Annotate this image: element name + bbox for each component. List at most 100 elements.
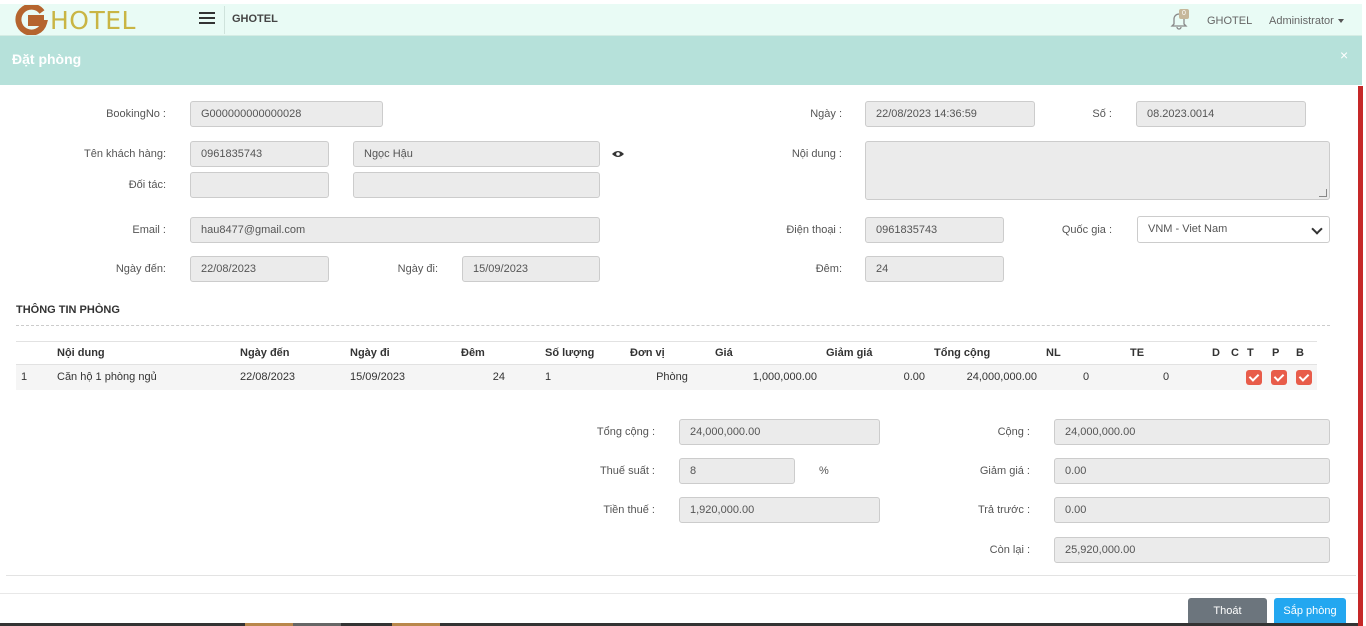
brand-name: GHOTEL [232,13,278,25]
col-d[interactable]: D [1212,347,1220,359]
phone-label: Điện thoại : [786,224,842,236]
tax-rate-label: Thuế suất : [599,465,655,477]
hotel-link[interactable]: GHOTEL [1207,15,1252,27]
tax-field[interactable]: 1,920,000.00 [679,497,880,523]
modal-header: Đặt phòng × [0,36,1362,85]
col-nights[interactable]: Đêm [461,347,485,359]
arrival-label: Ngày đến: [115,263,166,275]
section-divider [16,325,1330,326]
country-label: Quốc gia : [1061,224,1112,236]
modal-title: Đặt phòng [12,51,82,67]
check-t-icon[interactable] [1246,370,1262,385]
booking-no-field[interactable]: G000000000000028 [190,101,383,127]
sum-field[interactable]: 24,000,000.00 [1054,419,1330,445]
col-adults[interactable]: NL [1046,347,1061,359]
customer-name-field[interactable]: Ngọc Hậu [353,141,600,167]
sum-label: Cộng : [997,426,1030,438]
row-arrival: 22/08/2023 [240,371,296,383]
partner-code-field[interactable] [190,172,329,198]
customer-label: Tên khách hàng: [84,148,166,160]
top-navbar: HOTEL GHOTEL 0 GHOTEL Administrator [0,4,1362,36]
col-b[interactable]: B [1296,347,1304,359]
row-content: Căn hộ 1 phòng ngủ [57,371,157,383]
prepaid-field[interactable]: 0.00 [1054,497,1330,523]
col-content[interactable]: Nội dung [57,347,105,359]
row-total: 24,000,000.00 [966,371,1037,383]
footer-divider [0,593,1358,594]
col-total[interactable]: Tổng cộng [934,347,990,359]
check-p-icon[interactable] [1271,370,1287,385]
date-field[interactable]: 22/08/2023 14:36:59 [865,101,1035,127]
partner-label: Đối tác: [128,179,166,191]
close-icon[interactable]: × [1340,47,1348,63]
col-price[interactable]: Giá [715,347,733,359]
eye-icon[interactable] [612,150,624,158]
col-arrival[interactable]: Ngày đến [240,347,290,359]
date-label: Ngày : [810,108,842,120]
prepaid-label: Trả trước : [977,504,1030,516]
tax-rate-field[interactable]: 8 [679,458,795,484]
exit-button[interactable]: Thoát [1188,598,1267,626]
notification-badge: 0 [1179,9,1189,19]
email-field[interactable]: hau8477@gmail.com [190,217,600,243]
row-departure: 15/09/2023 [350,371,406,383]
tax-label: Tiền thuế : [603,504,655,516]
divider [224,6,225,34]
row-unit: Phòng [656,371,688,383]
row-price: 1,000,000.00 [752,371,817,383]
arrival-field[interactable]: 22/08/2023 [190,256,329,282]
logo-text: HOTEL [50,5,136,35]
country-select[interactable]: VNM - Viet Nam [1137,216,1330,243]
rooms-table-header: Nội dung Ngày đến Ngày đi Đêm Số lượng Đ… [16,341,1317,365]
col-quantity[interactable]: Số lượng [545,347,594,359]
row-adults: 0 [1082,371,1090,383]
rooms-section-title: THÔNG TIN PHÒNG [16,304,120,316]
remaining-field[interactable]: 25,920,000.00 [1054,537,1330,563]
phone-field[interactable]: 0961835743 [865,217,1004,243]
chevron-down-icon [1311,223,1323,235]
col-c[interactable]: C [1231,347,1239,359]
col-p[interactable]: P [1272,347,1279,359]
menu-toggle-icon[interactable] [199,12,215,26]
book-room-button[interactable]: Sắp phòng [1274,598,1346,626]
remaining-label: Còn lại : [989,544,1030,556]
col-discount[interactable]: Giảm giá [826,347,872,359]
percent-sign: % [819,465,829,477]
booking-no-label: BookingNo : [106,108,166,120]
caret-down-icon [1337,19,1344,24]
row-index: 1 [21,371,28,383]
partner-name-field[interactable] [353,172,600,198]
departure-field[interactable]: 15/09/2023 [462,256,600,282]
col-t[interactable]: T [1247,347,1254,359]
content-label: Nội dung : [791,148,842,160]
user-menu[interactable]: Administrator [1269,15,1344,27]
col-unit[interactable]: Đơn vị [630,347,665,359]
discount-label: Giảm giá : [979,465,1030,477]
discount-field[interactable]: 0.00 [1054,458,1330,484]
col-departure[interactable]: Ngày đi [350,347,390,359]
number-label: Số : [1092,108,1112,120]
content-textarea[interactable] [865,141,1330,200]
row-nights: 24 [492,371,505,383]
number-field[interactable]: 08.2023.0014 [1136,101,1306,127]
nights-label: Đêm: [815,263,842,275]
row-discount: 0.00 [903,371,925,383]
scrollbar-track-lower [1358,578,1363,626]
resize-handle-icon[interactable] [1319,189,1327,197]
logo-g-icon [15,5,48,35]
check-b-icon[interactable] [1296,370,1312,385]
user-name: Administrator [1269,15,1334,27]
row-children: 0 [1162,371,1170,383]
row-quantity: 1 [545,371,552,383]
table-row[interactable]: 1 Căn hộ 1 phòng ngủ 22/08/2023 15/09/20… [16,365,1317,390]
departure-label: Ngày đi: [397,263,438,275]
logo[interactable]: HOTEL [14,4,136,36]
divider [6,575,1356,576]
country-selected-value: VNM - Viet Nam [1148,223,1228,235]
col-children[interactable]: TE [1130,347,1144,359]
customer-phone-field[interactable]: 0961835743 [190,141,329,167]
nights-field[interactable]: 24 [865,256,1004,282]
scrollbar-track[interactable] [1358,86,1363,578]
total-label: Tổng cộng : [596,426,655,438]
total-field[interactable]: 24,000,000.00 [679,419,880,445]
